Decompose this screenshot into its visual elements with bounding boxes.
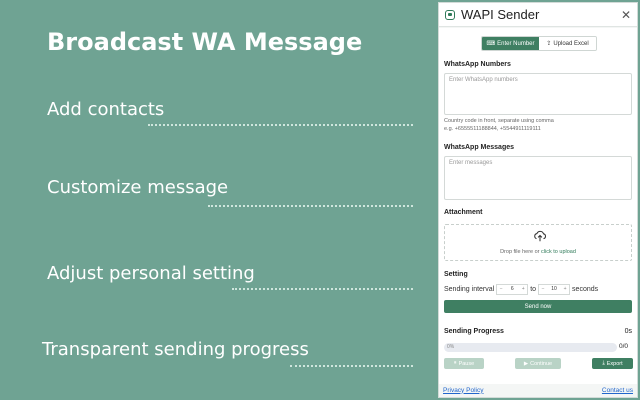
pause-label: Pause xyxy=(458,360,475,367)
keyboard-icon: ⌨ xyxy=(486,41,496,47)
panel-footer: Privacy Policy Contact us xyxy=(439,383,637,397)
progress-bar: 0% xyxy=(444,343,617,352)
interval-row: Sending interval − 6 + to − 10 + seconds xyxy=(444,283,634,295)
messages-input[interactable]: Enter messages xyxy=(444,156,632,200)
to-label: to xyxy=(530,285,537,293)
decrement-icon[interactable]: − xyxy=(539,286,547,292)
interval-label: Sending interval xyxy=(444,285,495,293)
tab-upload-excel[interactable]: ⇪ Upload Excel xyxy=(539,37,596,50)
seconds-label: seconds xyxy=(572,285,599,293)
export-label: Export xyxy=(606,360,623,367)
panel-header: WAPI Sender ✕ xyxy=(439,3,637,27)
cloud-upload-icon xyxy=(534,230,547,242)
download-icon: ⤓ xyxy=(602,360,605,366)
feature-underline xyxy=(290,365,413,367)
feature-add-contacts: Add contacts xyxy=(47,99,165,120)
pause-button[interactable]: ⏸ Pause xyxy=(444,358,484,369)
feature-underline xyxy=(208,205,413,207)
privacy-policy-link[interactable]: Privacy Policy xyxy=(443,387,483,394)
numbers-example: e.g. +6555511188844, +5544911119111 xyxy=(444,126,541,132)
feature-underline xyxy=(232,288,413,290)
panel-title: WAPI Sender xyxy=(461,7,540,22)
continue-label: Continue xyxy=(530,360,553,367)
contact-us-link[interactable]: Contact us xyxy=(602,387,633,394)
input-mode-tabs: ⌨ Enter Number ⇪ Upload Excel xyxy=(481,36,597,51)
interval-max-stepper[interactable]: − 10 + xyxy=(538,283,571,295)
drop-text: Drop file here or click to upload xyxy=(445,249,631,255)
numbers-label: WhatsApp Numbers xyxy=(444,61,511,68)
attachment-label: Attachment xyxy=(444,209,483,216)
continue-button[interactable]: ▶ Continue xyxy=(515,358,561,369)
interval-min-stepper[interactable]: − 6 + xyxy=(496,283,529,295)
progress-percent: 0% xyxy=(447,344,455,350)
tab-upload-excel-label: Upload Excel xyxy=(553,40,589,47)
tab-enter-number-label: Enter Number xyxy=(497,40,535,47)
click-to-upload-link[interactable]: click to upload xyxy=(541,249,576,255)
numbers-input[interactable]: Enter WhatsApp numbers xyxy=(444,73,632,115)
panel-body: ⌨ Enter Number ⇪ Upload Excel WhatsApp N… xyxy=(439,28,637,384)
interval-max-value[interactable]: 10 xyxy=(547,286,561,292)
feature-adjust-setting: Adjust personal setting xyxy=(47,263,255,284)
feature-underline xyxy=(148,124,413,126)
progress-time: 0s xyxy=(624,328,632,335)
progress-header: Sending Progress 0s xyxy=(444,328,632,335)
increment-icon[interactable]: + xyxy=(561,286,569,292)
promo-title: Broadcast WA Message xyxy=(47,28,363,56)
increment-icon[interactable]: + xyxy=(519,286,527,292)
file-drop-zone[interactable]: Drop file here or click to upload xyxy=(444,224,632,261)
whatsapp-logo-icon xyxy=(445,9,455,20)
decrement-icon[interactable]: − xyxy=(497,286,505,292)
numbers-hint: Country code in front, separate using co… xyxy=(444,118,554,124)
progress-label: Sending Progress xyxy=(444,328,504,335)
feature-customize-message: Customize message xyxy=(47,177,229,198)
export-button[interactable]: ⤓ Export xyxy=(592,358,633,369)
feature-sending-progress: Transparent sending progress xyxy=(42,339,309,360)
upload-icon: ⇪ xyxy=(546,41,552,47)
interval-min-value[interactable]: 6 xyxy=(505,286,519,292)
close-icon[interactable]: ✕ xyxy=(621,8,631,22)
progress-count: 0/0 xyxy=(619,343,629,350)
pause-icon: ⏸ xyxy=(453,360,457,366)
messages-label: WhatsApp Messages xyxy=(444,144,515,151)
tab-enter-number[interactable]: ⌨ Enter Number xyxy=(482,37,539,50)
extension-panel: WAPI Sender ✕ ⌨ Enter Number ⇪ Upload Ex… xyxy=(438,2,638,398)
setting-label: Setting xyxy=(444,271,468,278)
send-now-button[interactable]: Send now xyxy=(444,300,632,313)
drop-hint: Drop file here or xyxy=(500,249,542,255)
play-icon: ▶ xyxy=(523,360,529,367)
